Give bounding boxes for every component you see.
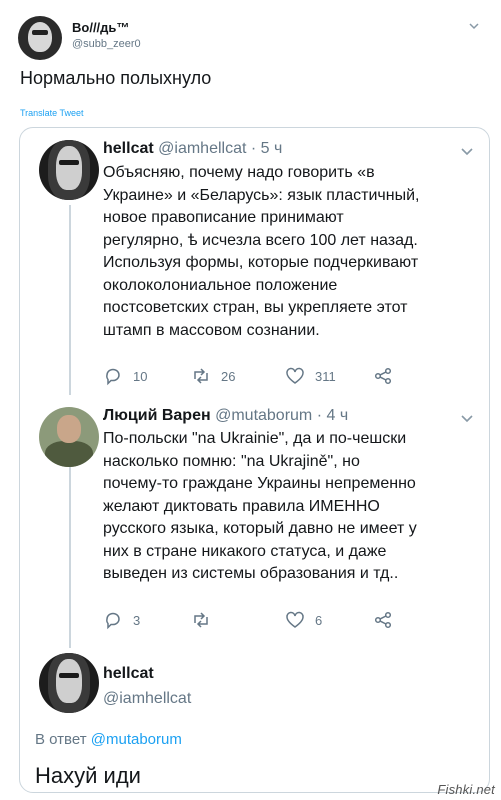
retweet-button[interactable]: 26 [191,366,235,386]
reply-button[interactable]: 10 [103,366,147,386]
tweet-time[interactable]: · 4 ч [317,407,348,424]
author-handle[interactable]: @mutaborum [215,407,312,424]
tweet-text-line: штамп в массовом сознании. [103,321,320,339]
avatar[interactable] [39,407,99,467]
reply-context: В ответ @mutaborum [35,731,182,748]
share-icon [374,611,392,629]
reply-count: 10 [133,368,148,384]
author-name[interactable]: Люций Варен [103,407,211,424]
tweet-text: По-польски "na Ukrainie", да и по-чешски… [103,428,473,586]
tweet-text-line: регулярно, ѣ исчезла всего 100 лет назад… [103,231,418,249]
tweet-text-line: них в стране никакого статуса, и даже [103,542,387,560]
like-button[interactable]: 311 [285,366,336,386]
avatar[interactable] [39,653,99,713]
tweet-actions: 3 6 [103,610,413,634]
like-count: 6 [315,612,323,628]
final-tweet-text: Нахуй иди [35,763,141,788]
avatar[interactable] [39,140,99,200]
chevron-down-icon[interactable] [460,144,474,158]
tweet-text-line: русского языка, который давно не имеет у [103,520,417,537]
tweet-text-line: По-польски "na Ukrainie", да и по-чешски [103,430,407,447]
tweet-text-line: Используя формы, которые подчеркивают [103,254,419,271]
reply-count: 3 [133,612,141,628]
tweet-time[interactable]: · 5 ч [251,140,282,157]
retweet-button[interactable] [191,610,221,630]
chevron-down-icon[interactable] [468,20,480,32]
tweet-header: hellcat @iamhellcat · 5 ч [103,140,282,158]
author-handle[interactable]: @iamhellcat [158,140,246,157]
reply-icon [106,368,120,386]
retweet-count: 26 [221,368,236,384]
tweet-actions: 10 26 311 [103,366,413,390]
tweet-text-line: постсоветских стран, вы укрепляете этот [103,299,408,316]
like-button[interactable]: 6 [285,610,322,630]
outer-author-name[interactable]: Во///дь™ [72,20,129,35]
tweet-text-line: желают диктовать правила ИМЕННО [103,497,380,515]
tweet-header: Люций Варен @mutaborum · 4 ч [103,407,348,425]
author-handle[interactable]: @iamhellcat [103,690,191,708]
retweet-icon [194,612,208,628]
share-icon [374,367,392,385]
tweet-text: Объясняю, почему надо говорить «в Украин… [103,162,473,342]
tweet-text-line: околоколониальное положение [103,276,338,294]
translate-tweet-link[interactable]: Translate Tweet [20,108,84,118]
reply-icon [106,612,120,630]
outer-tweet-header: Во///дь™ @subb_zeer0 [18,16,488,64]
tweet-text-line: почему-то граждане Украины непременно [103,475,416,492]
tweet-text-line: Украине» и «Беларусь»: язык пластичный, [103,186,420,204]
reply-mention-link[interactable]: @mutaborum [91,731,182,748]
author-name[interactable]: hellcat [103,665,154,683]
heart-icon [286,611,304,628]
retweet-icon [194,368,208,384]
tweet-text-line: новое правописание принимают [103,209,344,226]
heart-icon [286,367,304,384]
thread-connector [69,205,71,395]
like-count: 311 [315,368,336,384]
reply-button[interactable]: 3 [103,610,140,630]
chevron-down-icon[interactable] [460,411,474,425]
outer-tweet-text: Нормально полыхнуло [20,68,212,88]
tweet-text-line: Объясняю, почему надо говорить «в [103,164,375,181]
outer-author-handle[interactable]: @subb_zeer0 [72,38,141,50]
tweet-text-line: выведен из системы образования и тд.. [103,565,399,582]
avatar[interactable] [18,16,62,60]
author-name[interactable]: hellcat [103,140,154,157]
tweet-text-line: насколько помню: "na Ukrajině", но [103,452,360,470]
watermark: Fishki.net [437,782,495,797]
share-button[interactable] [373,366,393,386]
share-button[interactable] [373,610,393,630]
thread-connector [69,458,71,648]
reply-prefix: В ответ [35,731,87,748]
